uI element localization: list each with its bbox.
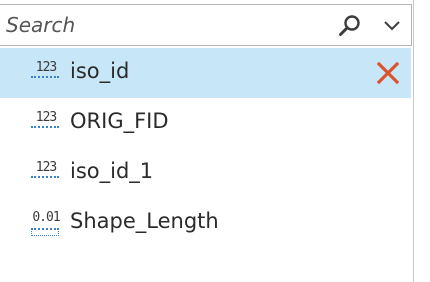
- integer-field-type-icon: 123: [29, 110, 63, 136]
- field-row-shape-length[interactable]: 0.01 Shape_Length: [0, 198, 411, 248]
- decimal-field-type-icon: 0.01: [29, 210, 63, 236]
- field-list: 123 iso_id 123 ORIG_FID 123 iso_id_1 0.0…: [0, 48, 411, 248]
- field-type-glyph: 123: [35, 110, 57, 125]
- field-name: iso_id_1: [70, 159, 154, 183]
- search-input[interactable]: [6, 12, 306, 38]
- field-name: Shape_Length: [70, 209, 219, 233]
- field-type-underline: [31, 76, 59, 78]
- close-icon[interactable]: [376, 61, 400, 85]
- field-type-underline: [31, 228, 59, 236]
- field-type-glyph: 123: [35, 160, 57, 175]
- field-type-glyph: 0.01: [32, 210, 60, 225]
- chevron-down-icon[interactable]: [381, 18, 403, 34]
- field-row-orig-fid[interactable]: 123 ORIG_FID: [0, 98, 411, 148]
- search-box: [0, 4, 412, 46]
- field-row-iso-id[interactable]: 123 iso_id: [0, 48, 411, 98]
- field-type-underline: [31, 126, 59, 128]
- integer-field-type-icon: 123: [29, 160, 63, 186]
- search-icon[interactable]: [337, 14, 363, 38]
- integer-field-type-icon: 123: [29, 60, 63, 86]
- field-name: iso_id: [70, 59, 130, 83]
- field-name: ORIG_FID: [70, 109, 169, 133]
- field-row-iso-id-1[interactable]: 123 iso_id_1: [0, 148, 411, 198]
- field-type-glyph: 123: [35, 60, 57, 75]
- field-type-underline: [31, 176, 59, 178]
- field-picker-panel: 123 iso_id 123 ORIG_FID 123: [0, 0, 414, 282]
